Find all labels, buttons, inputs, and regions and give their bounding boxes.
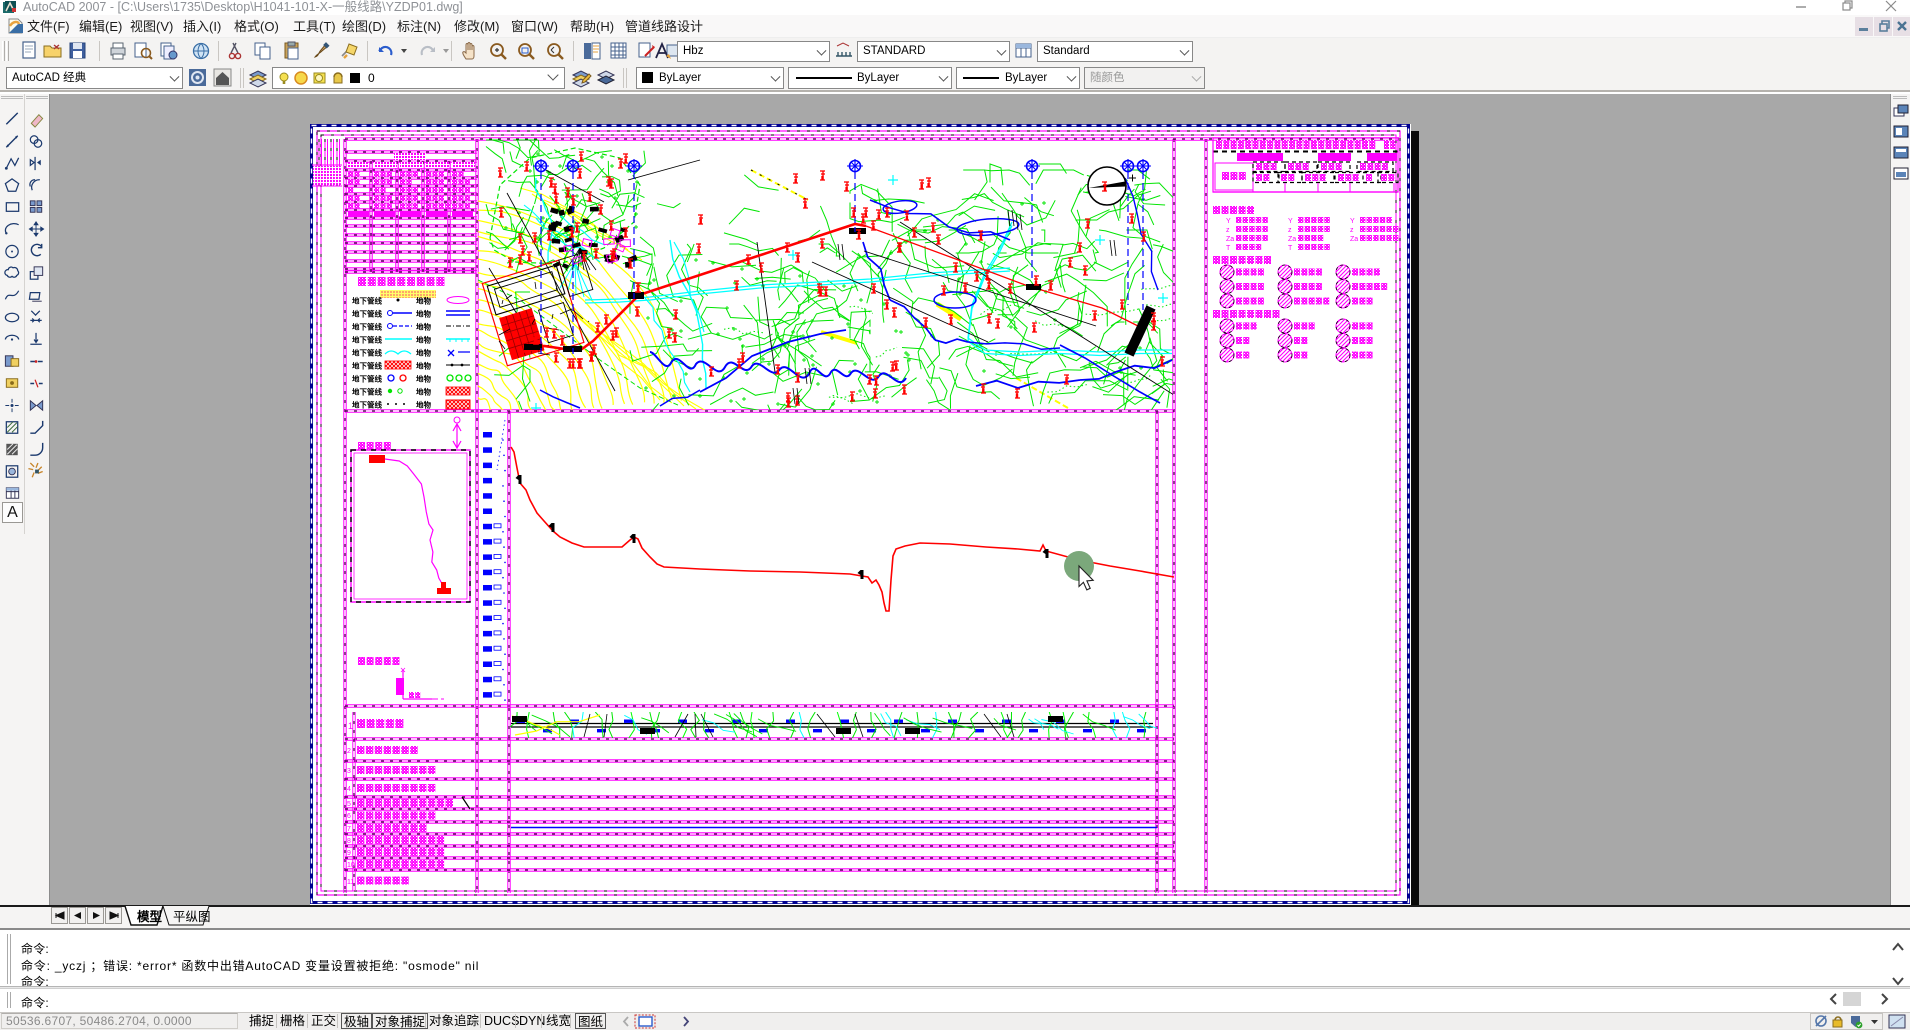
svg-text:5: 5 [347,801,351,808]
svg-text:6: 6 [347,813,351,820]
svg-text:7: 7 [347,826,351,833]
svg-text:9: 9 [347,850,351,857]
svg-text:地物: 地物 [416,387,431,397]
svg-text:模型: 模型 [137,909,163,924]
svg-text:地下管线: 地下管线 [352,322,382,332]
svg-text:T: T [1226,245,1231,252]
svg-text:地物: 地物 [416,335,431,345]
svg-text:地下管线: 地下管线 [352,400,382,410]
svg-text:地下管线: 地下管线 [352,361,382,371]
svg-text:地物: 地物 [416,309,431,319]
svg-text:地下管线: 地下管线 [352,348,382,358]
svg-text:z: z [1350,227,1354,234]
svg-text:地物: 地物 [416,296,431,306]
svg-text:Za: Za [1288,236,1296,243]
svg-text:4: 4 [347,786,351,793]
svg-text:Y: Y [1288,218,1293,225]
svg-text:地物: 地物 [416,361,431,371]
svg-text:地下管线: 地下管线 [352,387,382,397]
svg-text:地物: 地物 [416,400,431,410]
svg-text:T: T [1288,245,1293,252]
svg-text:地下管线: 地下管线 [352,296,382,306]
svg-text:地下管线: 地下管线 [352,335,382,345]
svg-text:地物: 地物 [416,374,431,384]
svg-text:Y: Y [1226,218,1231,225]
svg-text:3: 3 [347,768,351,775]
svg-text:8: 8 [347,838,351,845]
svg-text:地下管线: 地下管线 [352,374,382,384]
svg-text:z: z [1288,227,1292,234]
svg-text:1: 1 [348,721,353,731]
svg-text:地下管线: 地下管线 [352,309,382,319]
svg-text:Za: Za [1226,236,1234,243]
svg-text:0: 0 [368,71,375,85]
svg-text:2: 2 [347,748,351,755]
svg-text:Za: Za [1350,236,1358,243]
svg-text:Y: Y [1350,218,1355,225]
svg-text:地物: 地物 [416,348,431,358]
svg-text:地物: 地物 [416,322,431,332]
svg-text:平纵图: 平纵图 [173,910,211,924]
svg-text:11: 11 [347,879,354,886]
svg-text:z: z [1226,227,1230,234]
svg-text:10: 10 [347,862,355,869]
